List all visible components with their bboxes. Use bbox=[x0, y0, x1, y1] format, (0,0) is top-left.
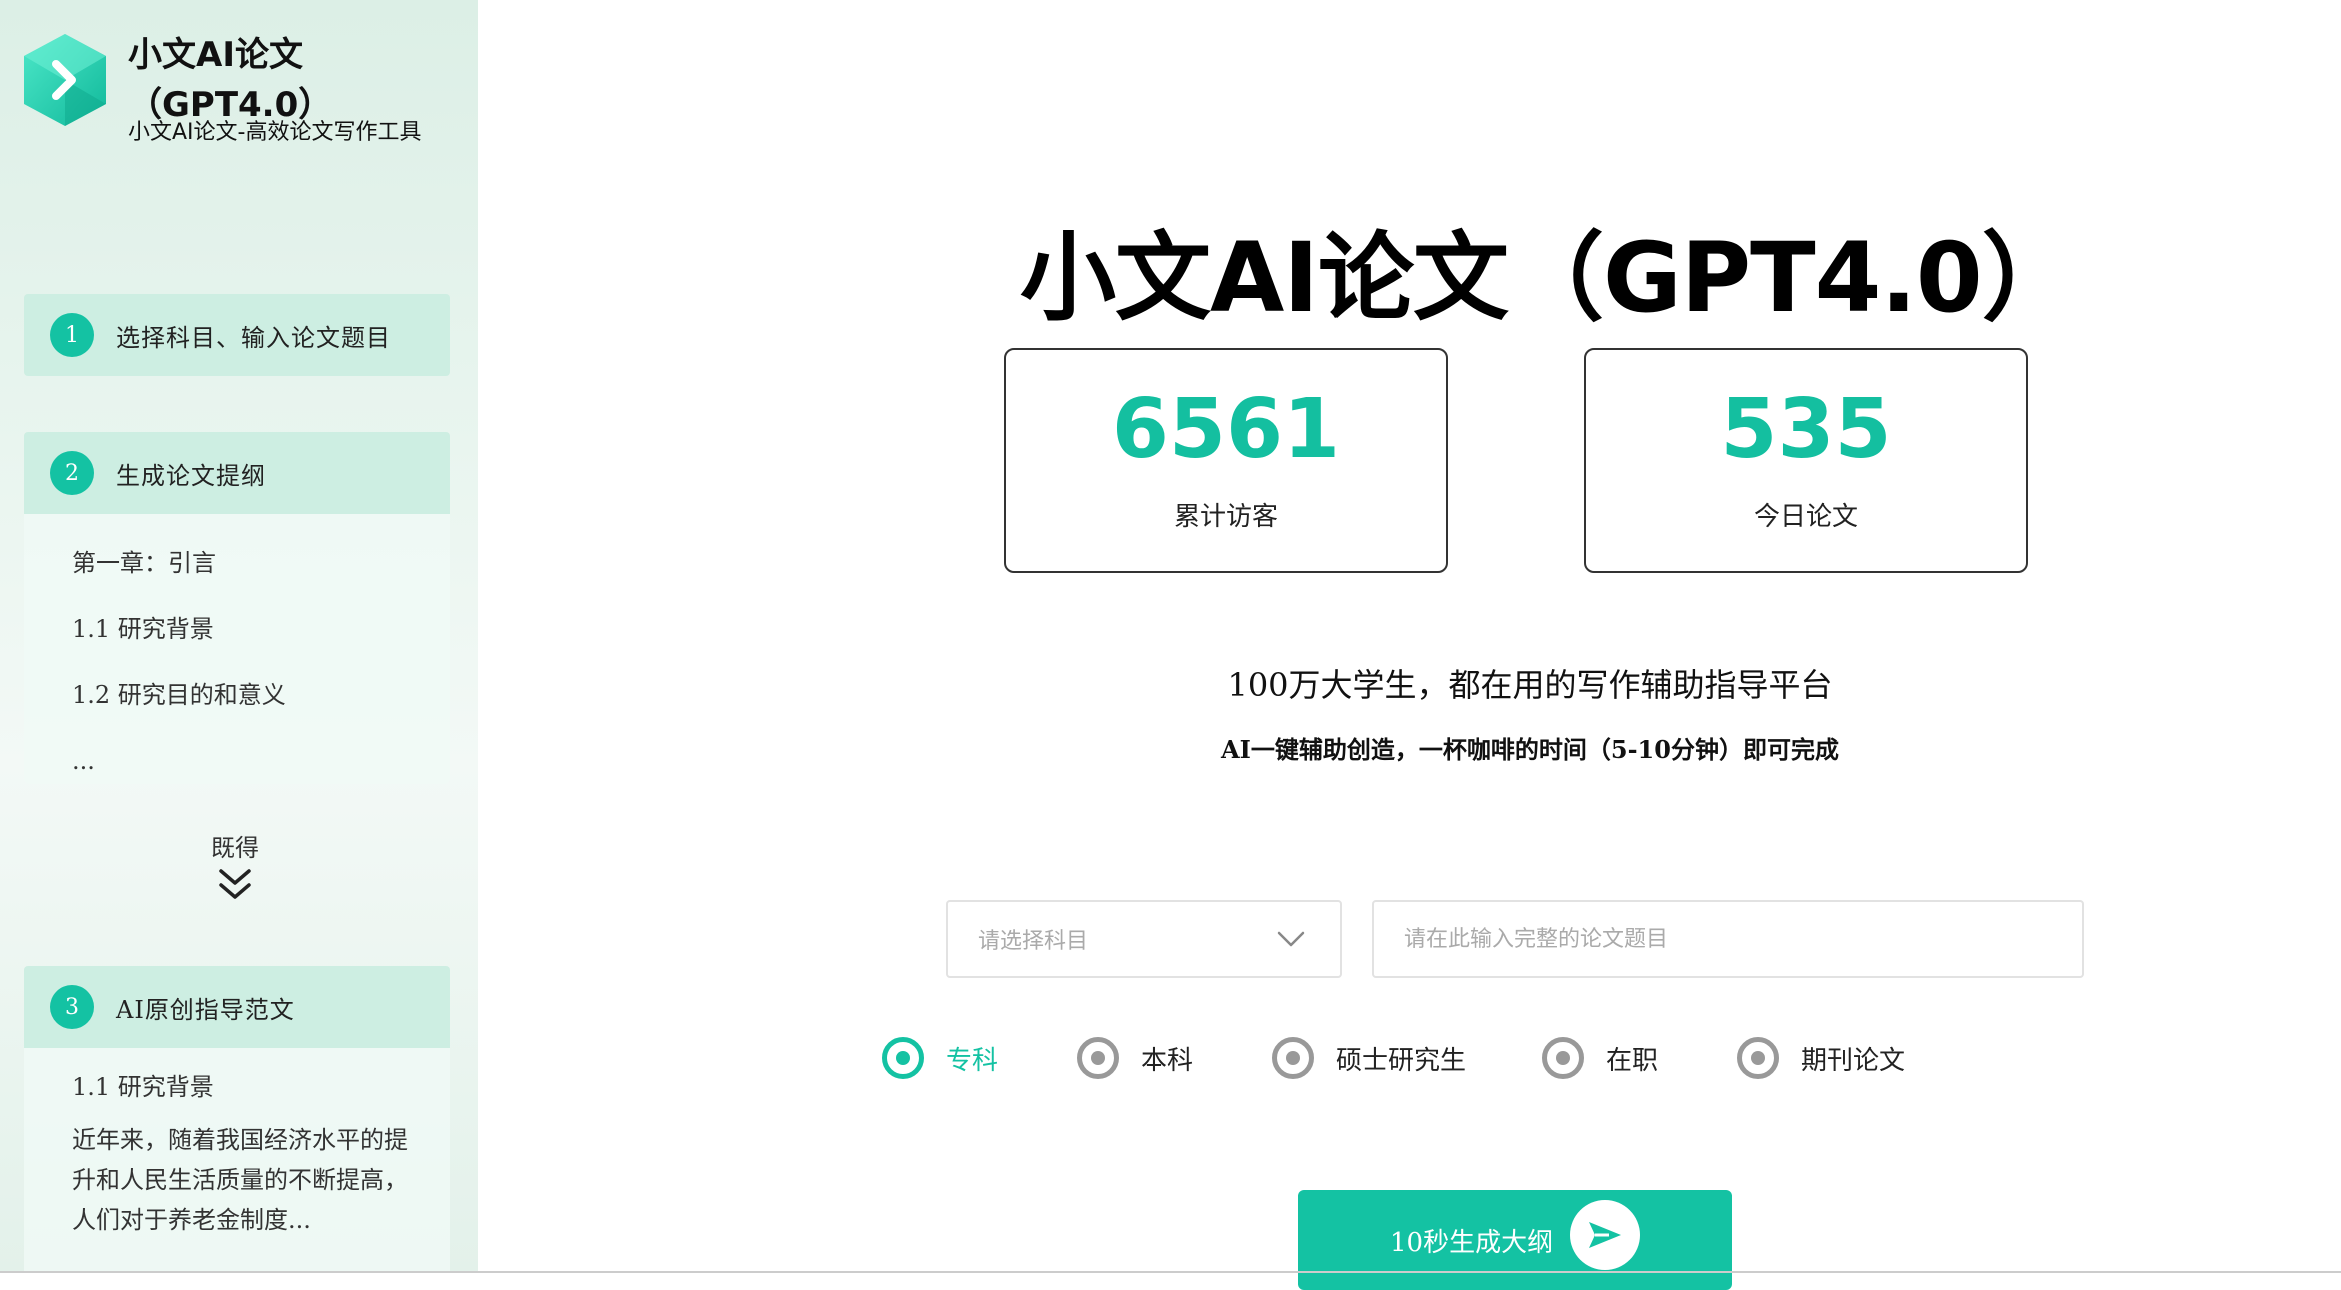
step-card-1: 1 选择科目、输入论文题目 bbox=[24, 294, 450, 376]
brand-subtitle: 小文AI论文-高效论文写作工具 bbox=[128, 120, 422, 145]
radio-level-onjob[interactable]: 在职 bbox=[1542, 1036, 1658, 1080]
step-body-2: 第一章：引言 1.1 研究背景 1.2 研究目的和意义 ... bbox=[24, 514, 450, 784]
radio-circle bbox=[882, 1037, 924, 1079]
outline-line: 1.1 研究背景 bbox=[72, 615, 214, 643]
sample-paragraph: 近年来，随着我国经济水平的提升和人民生活质量的不断提高，人们对于养老金制度... bbox=[72, 1126, 408, 1234]
stat-value: 6561 bbox=[1111, 382, 1341, 477]
page-title: 小文AI论文（GPT4.0） bbox=[1020, 222, 2078, 334]
radio-circle bbox=[1077, 1037, 1119, 1079]
step-header-3: 3 AI原创指导范文 bbox=[24, 966, 450, 1048]
radio-label: 在职 bbox=[1606, 1045, 1659, 1076]
step-label-1: 选择科目、输入论文题目 bbox=[116, 323, 391, 352]
stat-label: 累计访客 bbox=[1173, 502, 1278, 532]
radio-circle bbox=[1737, 1037, 1779, 1079]
step-header-1: 1 选择科目、输入论文题目 bbox=[24, 294, 450, 376]
arrow-block: 既得 bbox=[180, 828, 290, 907]
send-arrow-icon bbox=[1570, 1200, 1640, 1270]
radio-label: 硕士研究生 bbox=[1336, 1045, 1467, 1076]
tagline: 100万大学生，都在用的写作辅助指导平台 bbox=[1227, 666, 1833, 704]
step-label-2: 生成论文提纲 bbox=[116, 461, 266, 490]
step-header-2: 2 生成论文提纲 bbox=[24, 432, 450, 514]
chevron-down-icon bbox=[1277, 931, 1305, 947]
sidebar: 小文AI论文（GPT4.0） 小文AI论文-高效论文写作工具 1 选择科目、输入… bbox=[0, 0, 478, 1273]
step-card-3: 3 AI原创指导范文 1.1 研究背景 近年来，随着我国经济水平的提升和人民生活… bbox=[24, 966, 450, 1273]
stat-card-papers: 535 今日论文 bbox=[1584, 348, 2028, 573]
step-label-3: AI原创指导范文 bbox=[116, 995, 295, 1024]
outline-line: 第一章：引言 bbox=[72, 549, 216, 577]
step-number-3: 3 bbox=[50, 985, 94, 1029]
subject-select[interactable]: 请选择科目 bbox=[946, 900, 1342, 978]
step-number-2: 2 bbox=[50, 451, 94, 495]
step-body-3: 1.1 研究背景 近年来，随着我国经济水平的提升和人民生活质量的不断提高，人们对… bbox=[24, 1048, 450, 1273]
radio-level-benke[interactable]: 本科 bbox=[1077, 1036, 1193, 1080]
sample-heading: 1.1 研究背景 bbox=[72, 1073, 214, 1101]
radio-label: 期刊论文 bbox=[1801, 1045, 1906, 1076]
brand-logo-icon bbox=[24, 34, 106, 126]
radio-circle bbox=[1272, 1037, 1314, 1079]
subject-select-placeholder: 请选择科目 bbox=[978, 929, 1089, 954]
stat-label: 今日论文 bbox=[1753, 502, 1858, 532]
step-card-2: 2 生成论文提纲 第一章：引言 1.1 研究背景 1.2 研究目的和意义 ... bbox=[24, 432, 450, 784]
stat-value: 535 bbox=[1720, 382, 1892, 477]
radio-circle bbox=[1542, 1037, 1584, 1079]
outline-line: ... bbox=[72, 747, 95, 775]
tagline-secondary: AI一键辅助创造，一杯咖啡的时间（5-10分钟）即可完成 bbox=[1221, 735, 1839, 764]
radio-label: 本科 bbox=[1141, 1045, 1194, 1076]
double-chevron-down-icon bbox=[219, 869, 251, 899]
radio-level-zhuanke[interactable]: 专科 bbox=[882, 1036, 998, 1080]
radio-level-journal[interactable]: 期刊论文 bbox=[1737, 1036, 1905, 1080]
outline-line: 1.2 研究目的和意义 bbox=[72, 681, 286, 709]
radio-level-master[interactable]: 硕士研究生 bbox=[1272, 1036, 1466, 1080]
radio-label: 专科 bbox=[946, 1045, 999, 1076]
stat-card-visitors: 6561 累计访客 bbox=[1004, 348, 1448, 573]
generate-outline-label: 10秒生成大纲 bbox=[1390, 1228, 1554, 1258]
arrow-text: 既得 bbox=[211, 834, 259, 862]
paper-title-input[interactable] bbox=[1372, 900, 2084, 978]
brand: 小文AI论文（GPT4.0） 小文AI论文-高效论文写作工具 bbox=[22, 28, 462, 158]
step-number-1: 1 bbox=[50, 313, 94, 357]
generate-outline-button[interactable]: 10秒生成大纲 bbox=[1298, 1190, 1732, 1290]
